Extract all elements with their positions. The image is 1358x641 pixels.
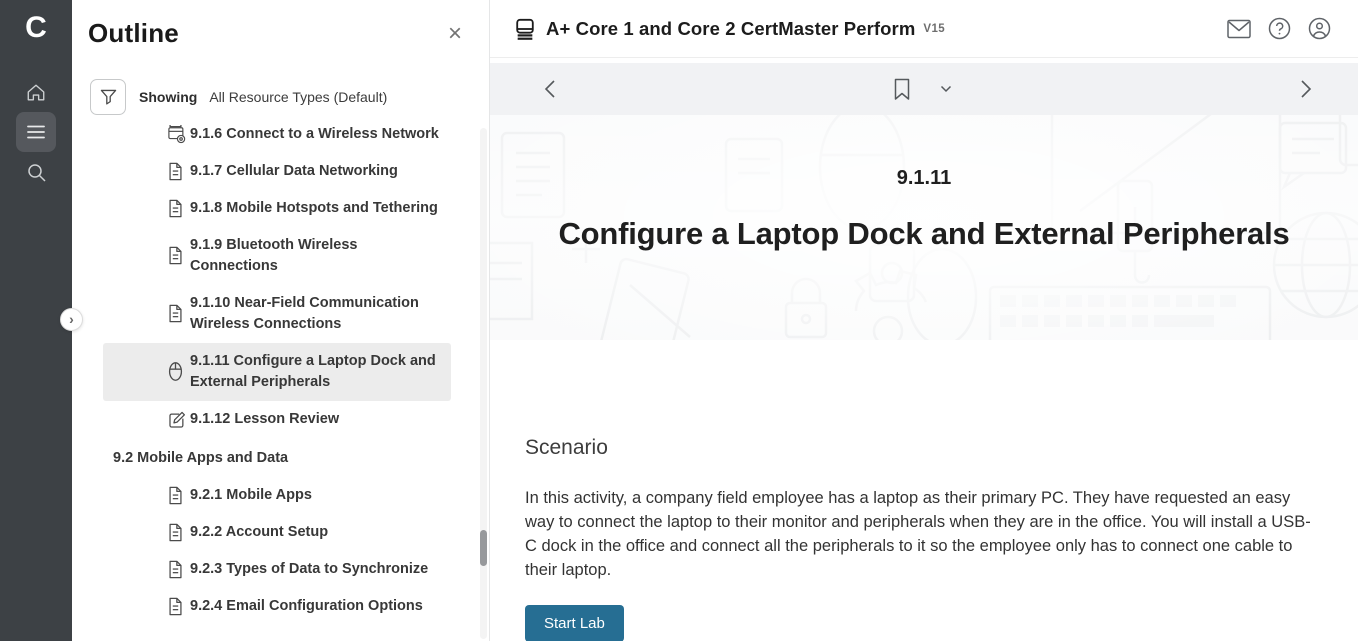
document-icon — [168, 596, 186, 617]
messages-button[interactable] — [1222, 12, 1256, 46]
lesson-title: Configure a Laptop Dock and External Per… — [558, 216, 1289, 252]
outline-item[interactable]: 9.2.3 Types of Data to Synchronize — [103, 551, 451, 588]
outline-section-header[interactable]: 9.2 Mobile Apps and Data — [103, 440, 451, 477]
outline-item-label: 9.2.1 Mobile Apps — [190, 487, 312, 503]
filter-showing-label: Showing — [139, 89, 197, 105]
account-button[interactable] — [1302, 12, 1336, 46]
panel-collapse-handle[interactable]: › — [60, 308, 83, 331]
next-lesson-button[interactable] — [1288, 71, 1324, 107]
chevron-left-icon — [544, 79, 556, 99]
mail-icon — [1227, 19, 1251, 39]
outline-item-label: 9.2.2 Account Setup — [190, 524, 328, 540]
scenario-paragraph: In this activity, a company field employ… — [525, 486, 1321, 582]
search-button[interactable] — [16, 152, 56, 192]
outline-item[interactable]: 9.1.6 Connect to a Wireless Network — [103, 125, 451, 153]
chevron-down-icon — [940, 85, 952, 93]
lesson-number: 9.1.11 — [897, 167, 952, 190]
outline-item-label: 9.1.11 Configure a Laptop Dock and Exter… — [190, 353, 436, 390]
filter-icon — [100, 89, 117, 105]
bookmark-button[interactable] — [884, 71, 920, 107]
course-header: A+ Core 1 and Core 2 CertMaster Perform … — [490, 0, 1358, 58]
lesson-body: Scenario In this activity, a company fie… — [490, 436, 1358, 641]
help-button[interactable] — [1262, 12, 1296, 46]
filter-button[interactable] — [90, 79, 126, 115]
search-icon — [27, 163, 46, 182]
document-icon — [168, 198, 186, 219]
outline-list: 9.1.6 Connect to a Wireless Network 9.1.… — [72, 125, 489, 641]
document-icon — [168, 303, 186, 324]
lab-screen-icon — [168, 125, 186, 145]
outline-item[interactable]: 9.2.1 Mobile Apps — [103, 477, 451, 514]
outline-item-label: 9.1.9 Bluetooth Wireless Connections — [190, 237, 357, 274]
main-content: A+ Core 1 and Core 2 CertMaster Perform … — [490, 0, 1358, 641]
filter-row: Showing All Resource Types (Default) — [90, 79, 489, 115]
outline-scrollbar-track[interactable] — [480, 128, 487, 639]
outline-item-label: 9.2.3 Types of Data to Synchronize — [190, 561, 428, 577]
hero-text: 9.1.11 Configure a Laptop Dock and Exter… — [490, 115, 1358, 340]
course-title: A+ Core 1 and Core 2 CertMaster Perform — [546, 18, 915, 40]
outline-item-label: 9.1.10 Near-Field Communication Wireless… — [190, 295, 419, 332]
outline-item[interactable]: 9.1.8 Mobile Hotspots and Tethering — [103, 190, 451, 227]
mouse-icon — [168, 361, 186, 382]
start-lab-button[interactable]: Start Lab — [525, 605, 624, 641]
document-icon — [168, 485, 186, 506]
course-icon — [514, 18, 536, 40]
hero-banner: 9.1.11 Configure a Laptop Dock and Exter… — [490, 115, 1358, 340]
bookmark-menu-button[interactable] — [928, 71, 964, 107]
outline-item[interactable]: 9.2.4 Email Configuration Options — [103, 588, 451, 625]
outline-panel-title: Outline — [72, 0, 489, 49]
outline-scrollbar-thumb[interactable] — [480, 530, 487, 566]
app-screen: C Outline × Showing All Resource Types (… — [0, 0, 1358, 641]
outline-item-label: 9.1.7 Cellular Data Networking — [190, 163, 398, 179]
help-icon — [1268, 17, 1291, 40]
outline-item-label: 9.1.8 Mobile Hotspots and Tethering — [190, 200, 438, 216]
home-button[interactable] — [16, 72, 56, 112]
outline-menu-icon — [27, 125, 45, 139]
close-outline-button[interactable]: × — [441, 20, 469, 48]
document-icon — [168, 245, 186, 266]
chevron-right-icon — [1300, 79, 1312, 99]
scenario-heading: Scenario — [525, 436, 1358, 460]
comptia-logo[interactable]: C — [25, 8, 47, 48]
previous-lesson-button[interactable] — [532, 71, 568, 107]
document-icon — [168, 559, 186, 580]
edit-icon — [168, 409, 186, 430]
bookmark-icon — [894, 78, 910, 101]
document-icon — [168, 161, 186, 182]
document-icon — [168, 522, 186, 543]
outline-item[interactable]: 9.2.2 Account Setup — [103, 514, 451, 551]
outline-menu-button[interactable] — [16, 112, 56, 152]
account-icon — [1308, 17, 1331, 40]
outline-panel: Outline × Showing All Resource Types (De… — [72, 0, 490, 641]
outline-item[interactable]: 9.1.9 Bluetooth Wireless Connections — [103, 227, 403, 285]
lesson-toolbar — [490, 63, 1358, 115]
outline-item[interactable]: 9.1.10 Near-Field Communication Wireless… — [103, 285, 451, 343]
outline-item[interactable]: 9.1.7 Cellular Data Networking — [103, 153, 451, 190]
outline-item[interactable]: 9.1.12 Lesson Review — [103, 401, 451, 438]
home-icon — [26, 83, 46, 102]
outline-item-label: 9.1.6 Connect to a Wireless Network — [190, 126, 439, 142]
course-version: V15 — [923, 23, 945, 35]
outline-item-current[interactable]: 9.1.11 Configure a Laptop Dock and Exter… — [103, 343, 451, 401]
outline-item-label: 9.2.4 Email Configuration Options — [190, 598, 423, 614]
filter-value: All Resource Types (Default) — [209, 89, 387, 105]
outline-item-label: 9.1.12 Lesson Review — [190, 411, 339, 427]
